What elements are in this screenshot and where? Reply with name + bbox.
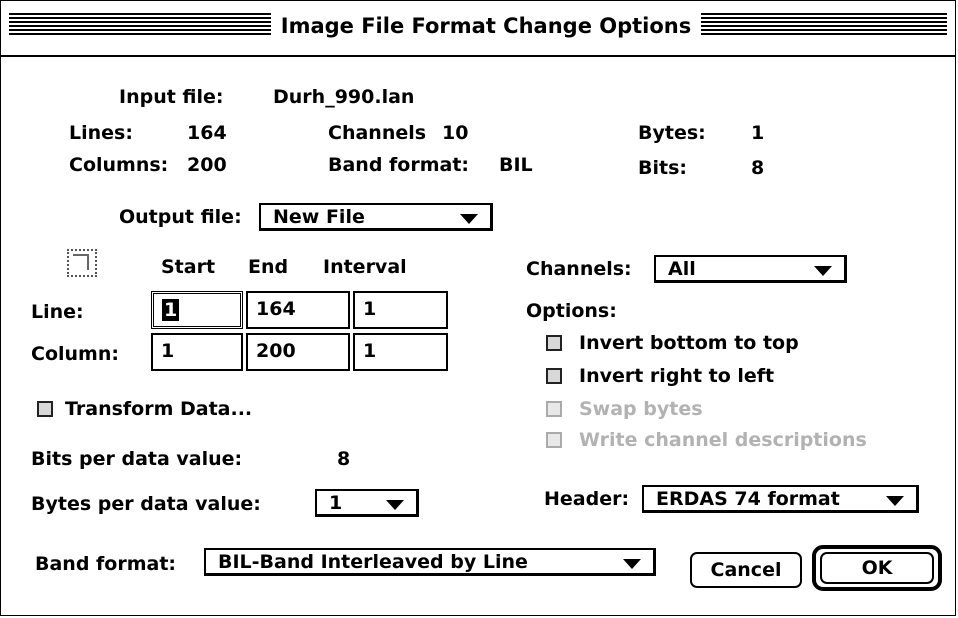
write-channel-descriptions-checkbox	[546, 432, 562, 448]
title-bar-stripes-left	[9, 13, 271, 37]
lines-value: 164	[187, 122, 227, 144]
input-file-value: Durh_990.lan	[273, 86, 415, 108]
transform-data-checkbox[interactable]	[37, 401, 53, 417]
ok-button[interactable]: OK	[820, 552, 934, 584]
write-channel-descriptions-label: Write channel descriptions	[579, 429, 867, 451]
invert-right-to-left-label[interactable]: Invert right to left	[579, 364, 774, 388]
output-file-popup[interactable]: New File	[259, 203, 493, 231]
line-start-value: 1	[162, 299, 180, 321]
column-start-field[interactable]: 1	[151, 333, 243, 371]
dialog-title: Image File Format Change Options	[271, 11, 701, 41]
bits-per-data-value-label: Bits per data value:	[31, 448, 243, 470]
header-popup[interactable]: ERDAS 74 format	[642, 485, 919, 513]
lines-label: Lines:	[69, 122, 133, 144]
column-start-value: 1	[161, 340, 175, 362]
bytes-label: Bytes:	[638, 122, 706, 144]
bytes-per-data-value-label: Bytes per data value:	[31, 493, 261, 515]
swap-bytes-label: Swap bytes	[579, 398, 703, 420]
bytes-per-data-value: 1	[329, 492, 343, 514]
dialog-window: Image File Format Change Options Input f…	[0, 0, 956, 616]
line-interval-field[interactable]: 1	[353, 291, 448, 329]
band-format-popup[interactable]: BIL-Band Interleaved by Line	[204, 548, 656, 576]
column-interval-field[interactable]: 1	[353, 333, 448, 371]
invert-bottom-to-top-label[interactable]: Invert bottom to top	[579, 331, 799, 355]
channels-popup[interactable]: All	[654, 255, 847, 283]
invert-bottom-to-top-checkbox[interactable]	[546, 335, 562, 351]
title-bar[interactable]: Image File Format Change Options	[1, 1, 955, 57]
invert-right-to-left-checkbox[interactable]	[546, 368, 562, 384]
cancel-button[interactable]: Cancel	[690, 552, 802, 588]
channels-label: Channels:	[526, 258, 632, 280]
column-row-label: Column:	[31, 343, 119, 365]
triangle-down-icon	[460, 214, 478, 224]
column-end-field[interactable]: 200	[246, 333, 350, 371]
input-file-label: Input file:	[119, 86, 224, 108]
band-format-value: BIL-Band Interleaved by Line	[218, 551, 528, 573]
line-start-field[interactable]: 1	[151, 291, 243, 329]
transform-data-label[interactable]: Transform Data...	[65, 397, 252, 421]
column-end-value: 200	[256, 340, 296, 362]
bits-per-data-value: 8	[337, 448, 351, 470]
end-header: End	[248, 256, 289, 278]
band-format-label: Band format:	[35, 553, 177, 575]
interval-header: Interval	[323, 256, 407, 278]
columns-value: 200	[187, 154, 227, 176]
triangle-down-icon	[386, 500, 404, 510]
header-label: Header:	[544, 488, 630, 510]
triangle-down-icon	[814, 266, 832, 276]
channels-info-value: 10	[442, 122, 469, 144]
column-interval-value: 1	[363, 340, 377, 362]
output-file-label: Output file:	[119, 206, 242, 228]
start-header: Start	[161, 256, 216, 278]
zoom-box-icon[interactable]	[67, 249, 97, 277]
columns-label: Columns:	[69, 154, 169, 176]
channels-info-label: Channels	[328, 122, 427, 144]
bits-value: 8	[751, 157, 765, 179]
band-format-info-value: BIL	[499, 154, 533, 176]
options-label: Options:	[526, 300, 617, 322]
header-value: ERDAS 74 format	[656, 488, 840, 510]
bytes-value: 1	[751, 122, 765, 144]
triangle-down-icon	[623, 559, 641, 569]
triangle-down-icon	[886, 496, 904, 506]
swap-bytes-checkbox	[546, 401, 562, 417]
line-interval-value: 1	[363, 298, 377, 320]
output-file-value: New File	[273, 206, 365, 228]
bytes-per-data-value-popup[interactable]: 1	[315, 489, 419, 517]
line-end-field[interactable]: 164	[246, 291, 350, 329]
line-end-value: 164	[256, 298, 296, 320]
band-format-info-label: Band format:	[328, 154, 470, 176]
bits-label: Bits:	[638, 157, 687, 179]
channels-value: All	[668, 258, 696, 280]
line-row-label: Line:	[31, 301, 84, 323]
title-bar-stripes-right	[701, 13, 947, 37]
